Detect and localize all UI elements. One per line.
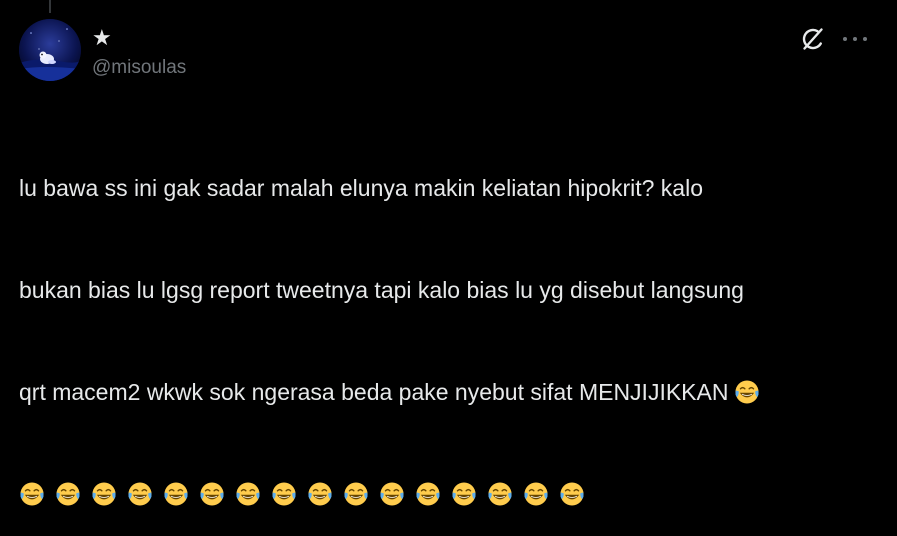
tweet-text: lu bawa ss ini gak sadar malah elunya ma… [19,103,879,536]
face-with-tears-of-joy-icon [380,482,404,506]
face-with-tears-of-joy-icon [344,482,368,506]
face-with-tears-of-joy-icon [524,482,548,506]
face-with-tears-of-joy-icon [236,482,260,506]
face-with-tears-of-joy-icon [488,482,512,506]
grok-icon[interactable] [800,26,826,52]
author-handle[interactable]: @misoulas [92,56,186,80]
tweet-text-line: qrt macem2 wkwk sok ngerasa beda pake ny… [19,379,729,405]
emoji-row [19,477,879,511]
display-name[interactable]: ★ [92,26,112,50]
face-with-tears-of-joy-icon [416,482,440,506]
face-with-tears-of-joy-icon [92,482,116,506]
face-with-tears-of-joy-icon [20,482,44,506]
face-with-tears-of-joy-icon [452,482,476,506]
face-with-tears-of-joy-icon [164,482,188,506]
author-name-row[interactable]: ★ [92,26,112,50]
face-with-tears-of-joy-icon [128,482,152,506]
thread-connector-line [49,0,51,13]
more-icon[interactable] [843,28,867,50]
face-with-tears-of-joy-icon [560,482,584,506]
tweet-text-line: bukan bias lu lgsg report tweetnya tapi … [19,277,744,303]
face-with-tears-of-joy-icon [272,482,296,506]
face-with-tears-of-joy-icon [200,482,224,506]
avatar[interactable] [19,19,81,81]
face-with-tears-of-joy-icon [56,482,80,506]
face-with-tears-of-joy-icon [735,380,760,404]
tweet-text-line: lu bawa ss ini gak sadar malah elunya ma… [19,175,703,201]
tweet-text-line-with-emoji: qrt macem2 wkwk sok ngerasa beda pake ny… [19,375,879,409]
face-with-tears-of-joy-icon [308,482,332,506]
